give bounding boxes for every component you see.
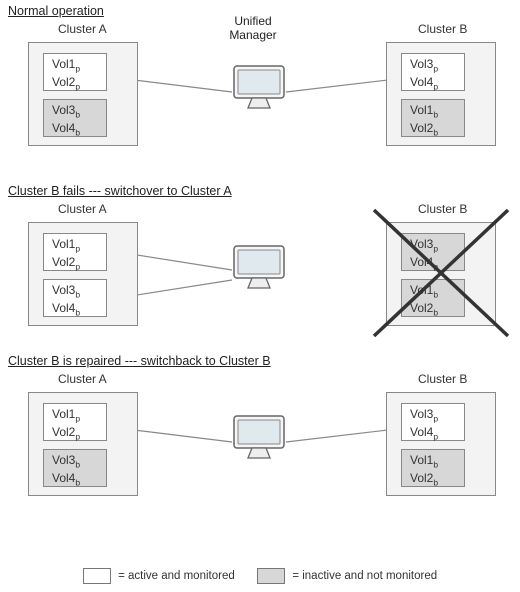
vol1-label: Vol1 — [52, 57, 75, 71]
v3p-s3: p — [433, 413, 438, 423]
vol4b-sub: b — [75, 128, 80, 138]
vol3b-sub: b — [75, 109, 80, 119]
vol-box-b-primary: Vol3p Vol4p — [401, 53, 465, 91]
vol2b-sub: b — [433, 128, 438, 138]
row-switchover: Cluster A Cluster B Vol1p Vol2p Vol3b Vo… — [0, 200, 520, 350]
v2-s3: p — [75, 432, 80, 442]
cluster-b-box-3: Vol3p Vol4p Vol1b Vol2b — [386, 392, 496, 496]
vol4p-sub: p — [433, 82, 438, 92]
vol-box-b-backup: Vol1b Vol2b — [401, 99, 465, 137]
monitor-icon-3 — [230, 412, 288, 458]
v1b-l3: Vol1 — [410, 453, 433, 467]
failed-x-icon — [368, 204, 514, 344]
v4b-l2: Vol4 — [52, 301, 75, 315]
v1b-s3: b — [433, 459, 438, 469]
vol2-label: Vol2 — [52, 75, 75, 89]
vol-box-a-takenover: Vol3b Vol4b — [43, 279, 107, 317]
cluster-a-box: Vol1p Vol2p Vol3b Vol4b — [28, 42, 138, 146]
unified-manager-label: Unified Manager — [218, 14, 288, 42]
cluster-b-box: Vol3p Vol4p Vol1b Vol2b — [386, 42, 496, 146]
vol2-sub: p — [75, 82, 80, 92]
vol4p-label: Vol4 — [410, 75, 433, 89]
cluster-b-label-3: Cluster B — [418, 372, 467, 386]
um-line2: Manager — [229, 28, 276, 42]
vol1b-label: Vol1 — [410, 103, 433, 117]
v4p-l3: Vol4 — [410, 425, 433, 439]
v1-l3: Vol1 — [52, 407, 75, 421]
monitor-icon-2 — [230, 242, 288, 288]
v4p-s3: p — [433, 432, 438, 442]
cluster-a-label: Cluster A — [58, 22, 107, 36]
cluster-b-label: Cluster B — [418, 22, 467, 36]
vol-box-a-primary-2: Vol1p Vol2p — [43, 233, 107, 271]
v1-s2: p — [75, 243, 80, 253]
vol3p-sub: p — [433, 63, 438, 73]
cluster-a-label-3: Cluster A — [58, 372, 107, 386]
v4b-l3: Vol4 — [52, 471, 75, 485]
v2b-l3: Vol2 — [410, 471, 433, 485]
vol-box-b-primary-3: Vol3p Vol4p — [401, 403, 465, 441]
v3b-s3: b — [75, 459, 80, 469]
vol-box-a-backup-3: Vol3b Vol4b — [43, 449, 107, 487]
v2-s2: p — [75, 262, 80, 272]
v2-l3: Vol2 — [52, 425, 75, 439]
cluster-a-label-2: Cluster A — [58, 202, 107, 216]
monitor-icon — [230, 62, 288, 108]
vol-box-a-backup: Vol3b Vol4b — [43, 99, 107, 137]
vol-box-a-primary-3: Vol1p Vol2p — [43, 403, 107, 441]
row-switchback: Cluster A Cluster B Vol1p Vol2p Vol3b Vo… — [0, 370, 520, 520]
v3p-l3: Vol3 — [410, 407, 433, 421]
v3b-l2: Vol3 — [52, 283, 75, 297]
v1-l2: Vol1 — [52, 237, 75, 251]
section-2-title: Cluster B fails --- switchover to Cluste… — [0, 180, 520, 200]
legend-active-text: = active and monitored — [118, 570, 235, 582]
vol1-sub: p — [75, 63, 80, 73]
vol2b-label: Vol2 — [410, 121, 433, 135]
legend-inactive-swatch — [257, 568, 285, 584]
vol1b-sub: b — [433, 109, 438, 119]
v3b-l3: Vol3 — [52, 453, 75, 467]
row-normal: Cluster A Unified Manager Cluster B Vol1… — [0, 20, 520, 180]
v4b-s3: b — [75, 478, 80, 488]
section-3-title: Cluster B is repaired --- switchback to … — [0, 350, 520, 370]
vol3p-label: Vol3 — [410, 57, 433, 71]
cluster-a-box-2: Vol1p Vol2p Vol3b Vol4b — [28, 222, 138, 326]
v2b-s3: b — [433, 478, 438, 488]
vol-box-a-primary: Vol1p Vol2p — [43, 53, 107, 91]
um-line1: Unified — [234, 14, 271, 28]
vol3b-label: Vol3 — [52, 103, 75, 117]
v1-s3: p — [75, 413, 80, 423]
legend-inactive-text: = inactive and not monitored — [292, 570, 437, 582]
legend-active-swatch — [83, 568, 111, 584]
vol-box-b-backup-3: Vol1b Vol2b — [401, 449, 465, 487]
cluster-a-box-3: Vol1p Vol2p Vol3b Vol4b — [28, 392, 138, 496]
legend: = active and monitored = inactive and no… — [0, 568, 520, 584]
v4b-s2: b — [75, 308, 80, 318]
v3b-s2: b — [75, 289, 80, 299]
v2-l2: Vol2 — [52, 255, 75, 269]
vol4b-label: Vol4 — [52, 121, 75, 135]
